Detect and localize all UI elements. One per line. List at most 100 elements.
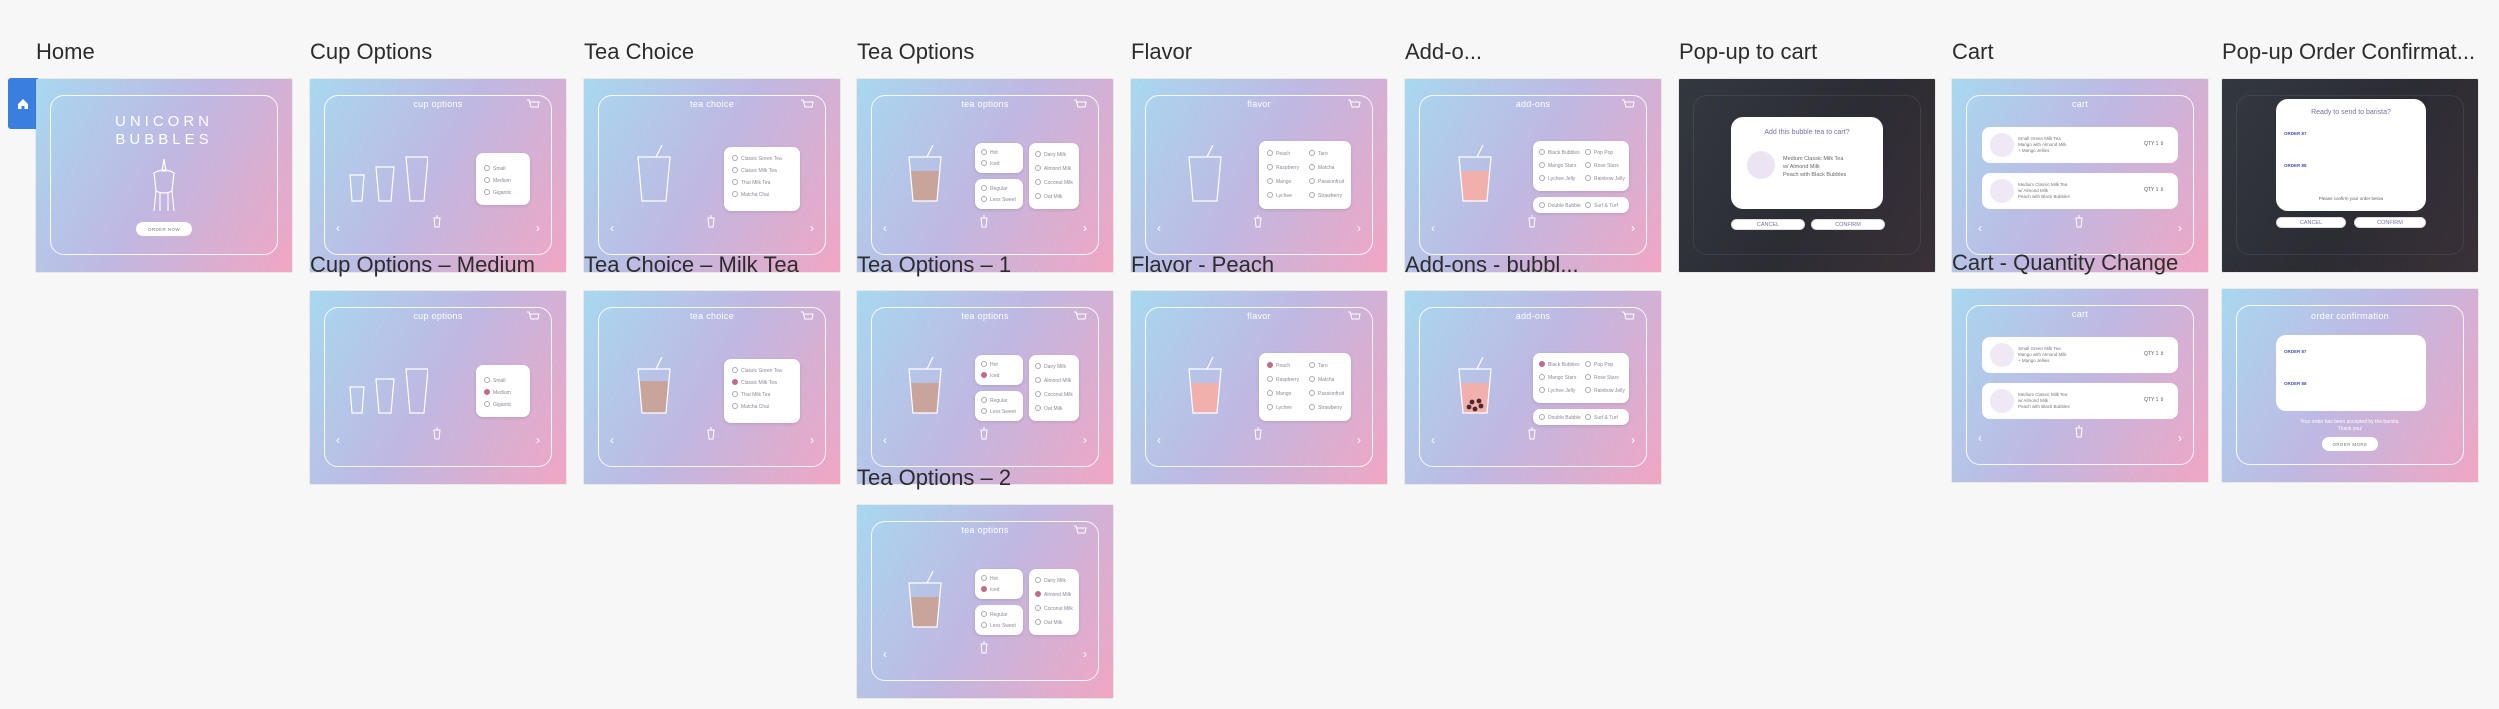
next-arrow-icon[interactable]: › <box>2178 431 2182 445</box>
artboard-title-addons[interactable]: Add-o... <box>1405 39 1525 65</box>
addon-option[interactable]: Pop Pop <box>1585 361 1613 368</box>
artboard-title-tea-options[interactable]: Tea Options <box>857 39 1107 65</box>
cart-icon[interactable] <box>1347 311 1361 322</box>
sweet-option-regular[interactable]: Regular <box>981 185 1008 192</box>
flavor-option[interactable]: Matcha <box>1309 376 1334 383</box>
artboard-title-cart-qty[interactable]: Cart - Quantity Change <box>1952 250 2208 276</box>
qty-stepper[interactable]: QTY 1 ⇕ <box>2144 187 2164 193</box>
tea-option[interactable]: Classic Milk Tea <box>732 167 777 174</box>
artboard-title-addons-bubble[interactable]: Add-ons - bubbl... <box>1405 252 1605 278</box>
size-option-gigantic[interactable]: Gigantic <box>484 401 511 408</box>
artboard-title-popup-order[interactable]: Pop-up Order Confirmat... <box>2222 39 2478 65</box>
milk-option[interactable]: Oat Milk <box>1035 193 1062 200</box>
ice-option-iced[interactable]: Iced <box>981 372 999 379</box>
addon-option[interactable]: Surf & Turf <box>1585 414 1618 421</box>
back-arrow-icon[interactable]: ‹ <box>336 221 340 235</box>
artboard-title-cup-options[interactable]: Cup Options <box>310 39 560 65</box>
confirm-button[interactable]: CONFIRM <box>2354 217 2426 228</box>
sweet-option-regular[interactable]: Regular <box>981 611 1008 618</box>
cancel-button[interactable]: CANCEL <box>1731 219 1805 230</box>
ice-option-hot[interactable]: Hot <box>981 361 998 368</box>
next-arrow-icon[interactable]: › <box>1083 221 1087 235</box>
cart-icon[interactable] <box>526 99 540 110</box>
cart-icon[interactable] <box>526 311 540 322</box>
artboard-title-order-confirmation[interactable]: Order Confirmation <box>2222 250 2478 276</box>
artboard-tea-options-2[interactable]: tea options Hot Iced Regular Less Sweet … <box>857 505 1113 698</box>
artboard-tea-options-1[interactable]: tea options Hot Iced Regular Less Sweet … <box>857 291 1113 484</box>
addon-option[interactable]: Double Bubble <box>1539 414 1581 421</box>
cart-icon[interactable] <box>1073 99 1087 110</box>
flavor-option[interactable]: Raspberry <box>1267 376 1299 383</box>
ice-option-iced[interactable]: Iced <box>981 586 999 593</box>
milk-option[interactable]: Coconut Milk <box>1035 179 1073 186</box>
artboard-title-tea-options-2[interactable]: Tea Options – 2 <box>857 465 1113 491</box>
artboard-cart[interactable]: cart Small Green Milk Tea Mango with Almo… <box>1952 79 2208 272</box>
artboard-cup-medium[interactable]: cup options Small Medium Gigantic ‹ › <box>310 291 566 484</box>
addon-option[interactable]: Rainbow Jelly <box>1585 387 1625 394</box>
back-arrow-icon[interactable]: ‹ <box>610 221 614 235</box>
size-option-medium[interactable]: Medium <box>484 389 511 396</box>
next-arrow-icon[interactable]: › <box>1357 221 1361 235</box>
milk-option[interactable]: Coconut Milk <box>1035 605 1073 612</box>
addon-option[interactable]: Black Bubbles <box>1539 149 1580 156</box>
addon-option[interactable]: Lychee Jelly <box>1539 387 1575 394</box>
size-option-small[interactable]: Small <box>484 165 506 172</box>
back-arrow-icon[interactable]: ‹ <box>1431 433 1435 447</box>
back-arrow-icon[interactable]: ‹ <box>883 221 887 235</box>
addon-option[interactable]: Mango Stars <box>1539 162 1576 169</box>
qty-stepper[interactable]: QTY 1 ⇕ <box>2144 351 2164 357</box>
sweet-option-less[interactable]: Less Sweet <box>981 196 1016 203</box>
flavor-option[interactable]: Mango <box>1267 390 1291 397</box>
artboard-title-flavor[interactable]: Flavor <box>1131 39 1381 65</box>
artboard-tea-options[interactable]: tea options Hot Iced Regular Less Sweet … <box>857 79 1113 272</box>
sweet-option-less[interactable]: Less Sweet <box>981 408 1016 415</box>
cancel-button[interactable]: CANCEL <box>2276 217 2346 228</box>
milk-option[interactable]: Dairy Milk <box>1035 151 1066 158</box>
cart-icon[interactable] <box>1621 311 1635 322</box>
back-arrow-icon[interactable]: ‹ <box>883 433 887 447</box>
artboard-flavor-peach[interactable]: flavor Peach Raspberry Mango Lychee Taro… <box>1131 291 1387 484</box>
milk-option[interactable]: Coconut Milk <box>1035 391 1073 398</box>
order-now-button[interactable]: ORDER NOW <box>136 222 192 236</box>
addon-option[interactable]: Lychee Jelly <box>1539 175 1575 182</box>
flavor-option[interactable]: Lychee <box>1267 404 1292 411</box>
size-option-gigantic[interactable]: Gigantic <box>484 189 511 196</box>
next-arrow-icon[interactable]: › <box>1631 433 1635 447</box>
artboard-popup-order[interactable]: Ready to send to barista? ORDER 87 ORDER… <box>2222 79 2478 272</box>
artboard-cart-qty[interactable]: cart Small Green Milk Tea Mango with Almo… <box>1952 289 2208 482</box>
milk-option[interactable]: Almond Milk <box>1035 165 1071 172</box>
flavor-option[interactable]: Raspberry <box>1267 164 1299 171</box>
milk-option[interactable]: Oat Milk <box>1035 405 1062 412</box>
order-more-button[interactable]: ORDER MORE <box>2322 437 2378 451</box>
addon-option[interactable]: Double Bubble <box>1539 202 1581 209</box>
addon-option[interactable]: Pop Pop <box>1585 149 1613 156</box>
milk-option[interactable]: Almond Milk <box>1035 591 1071 598</box>
artboard-title-tea-choice[interactable]: Tea Choice <box>584 39 834 65</box>
artboard-title-cart[interactable]: Cart <box>1952 39 2202 65</box>
artboard-flavor[interactable]: flavor Peach Raspberry Mango Lychee Taro… <box>1131 79 1387 272</box>
cart-icon[interactable] <box>1347 99 1361 110</box>
artboard-title-home[interactable]: Home <box>36 39 286 65</box>
flavor-option[interactable]: Passionfruit <box>1309 390 1344 397</box>
tea-option[interactable]: Matcha Chai <box>732 403 769 410</box>
qty-stepper[interactable]: QTY 1 ⇕ <box>2144 397 2164 403</box>
flavor-option[interactable]: Strawberry <box>1309 192 1342 199</box>
home-artboard-tab[interactable] <box>8 78 38 129</box>
flavor-option[interactable]: Peach <box>1267 362 1290 369</box>
flavor-option[interactable]: Strawberry <box>1309 404 1342 411</box>
next-arrow-icon[interactable]: › <box>1083 647 1087 661</box>
qty-stepper[interactable]: QTY 1 ⇕ <box>2144 141 2164 147</box>
cart-icon[interactable] <box>1073 311 1087 322</box>
milk-option[interactable]: Dairy Milk <box>1035 363 1066 370</box>
flavor-option[interactable]: Passionfruit <box>1309 178 1344 185</box>
artboard-tea-choice[interactable]: tea choice Classic Green Tea Classic Mil… <box>584 79 840 272</box>
back-arrow-icon[interactable]: ‹ <box>1157 433 1161 447</box>
milk-option[interactable]: Almond Milk <box>1035 377 1071 384</box>
back-arrow-icon[interactable]: ‹ <box>1157 221 1161 235</box>
cart-icon[interactable] <box>1073 525 1087 536</box>
next-arrow-icon[interactable]: › <box>810 433 814 447</box>
flavor-option[interactable]: Mango <box>1267 178 1291 185</box>
back-arrow-icon[interactable]: ‹ <box>610 433 614 447</box>
flavor-option[interactable]: Taro <box>1309 150 1328 157</box>
ice-option-iced[interactable]: Iced <box>981 160 999 167</box>
